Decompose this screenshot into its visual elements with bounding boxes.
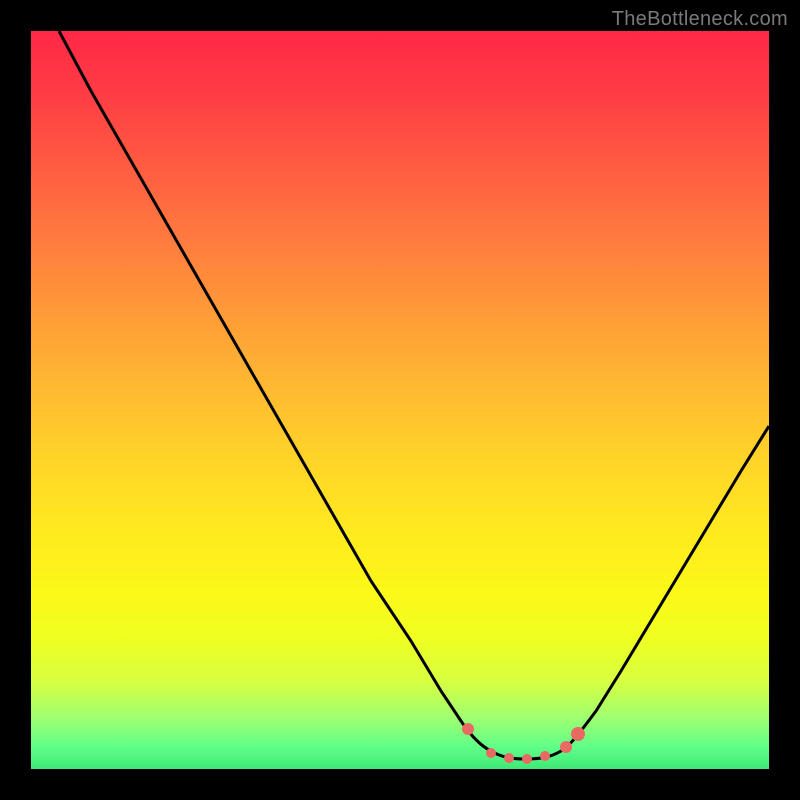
chart-container: TheBottleneck.com xyxy=(0,0,800,800)
highlight-dot-left xyxy=(462,723,474,735)
highlight-dot-mid4 xyxy=(540,751,550,761)
highlight-dot-right xyxy=(560,741,572,753)
curve-path xyxy=(59,31,769,759)
watermark-text: TheBottleneck.com xyxy=(612,8,788,31)
highlight-dot-mid3 xyxy=(522,754,532,764)
bottleneck-curve xyxy=(31,31,769,769)
highlight-dot-mid2 xyxy=(504,753,514,763)
highlight-dot-right2 xyxy=(571,727,585,741)
highlight-dot-mid1 xyxy=(486,748,496,758)
